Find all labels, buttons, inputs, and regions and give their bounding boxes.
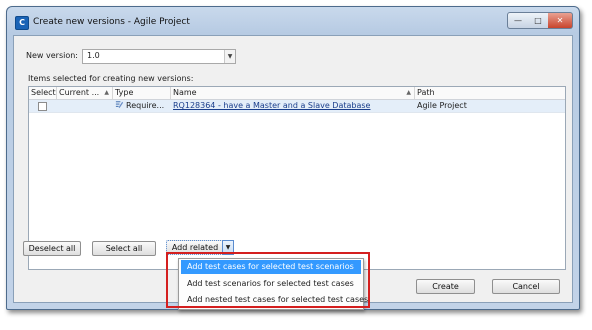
select-cell (29, 100, 57, 112)
window-title: Create new versions - Agile Project (33, 17, 190, 27)
menu-item-add-test-cases[interactable]: Add test cases for selected test scenari… (181, 260, 361, 274)
chevron-down-icon: ▼ (225, 244, 231, 251)
requirement-icon (115, 101, 124, 109)
item-name-link[interactable]: RQ128364 - have a Master and a Slave Dat… (173, 101, 370, 110)
deselect-all-button[interactable]: Deselect all (23, 241, 81, 256)
cancel-button[interactable]: Cancel (492, 279, 560, 294)
items-selected-label: Items selected for creating new versions… (28, 74, 194, 83)
new-version-select[interactable]: 1.0 ▼ (82, 49, 236, 64)
maximize-button[interactable]: □ (528, 12, 549, 29)
add-related-menu: Add test cases for selected test scenari… (178, 258, 368, 310)
type-cell: Require... (113, 100, 171, 112)
column-header-type[interactable]: Type (113, 87, 171, 99)
close-icon: ✕ (556, 16, 564, 25)
maximize-icon: □ (534, 16, 542, 25)
add-related-button[interactable]: Add related (166, 240, 224, 255)
column-header-path[interactable]: Path (415, 87, 565, 99)
table-header: Select Current ... ▲ Type Name ▲ Path (29, 87, 565, 100)
chevron-down-icon[interactable]: ▼ (224, 50, 235, 63)
column-header-current[interactable]: Current ... ▲ (57, 87, 113, 99)
minimize-icon: — (514, 16, 522, 25)
column-header-name[interactable]: Name ▲ (171, 87, 415, 99)
add-related-dropdown-toggle[interactable]: ▼ (222, 240, 234, 255)
create-button[interactable]: Create (416, 279, 475, 294)
select-all-button[interactable]: Select all (92, 241, 156, 256)
column-header-select[interactable]: Select (29, 87, 57, 99)
close-button[interactable]: ✕ (548, 12, 573, 29)
name-cell: RQ128364 - have a Master and a Slave Dat… (171, 100, 415, 112)
minimize-button[interactable]: — (507, 12, 529, 29)
title-bar[interactable]: C Create new versions - Agile Project — … (7, 7, 579, 35)
app-icon: C (15, 16, 29, 30)
new-version-value: 1.0 (87, 51, 100, 60)
path-cell: Agile Project (417, 101, 467, 110)
new-version-label: New version: (26, 51, 78, 60)
table-row[interactable]: Require... RQ128364 - have a Master and … (29, 100, 565, 113)
sort-ascending-icon: ▲ (104, 89, 109, 96)
menu-item-add-nested-test-cases[interactable]: Add nested test cases for selected test … (181, 293, 368, 307)
menu-item-add-test-scenarios[interactable]: Add test scenarios for selected test cas… (181, 277, 361, 291)
current-version-cell (57, 100, 113, 112)
sort-ascending-icon: ▲ (406, 89, 411, 96)
select-checkbox[interactable] (38, 102, 47, 111)
